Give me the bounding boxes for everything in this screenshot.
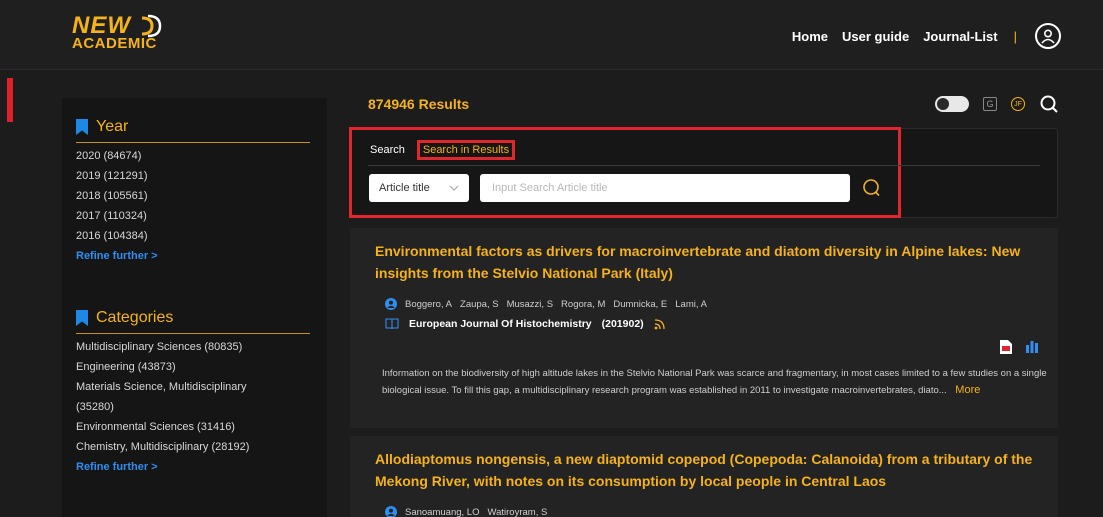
category-filter-item[interactable]: Environmental Sciences (31416)	[76, 417, 306, 437]
view-toggle-switch[interactable]	[935, 96, 969, 112]
category-filter-item[interactable]: Engineering (43873)	[76, 357, 306, 377]
result-title-link[interactable]: Allodiaptomus nongensis, a new diaptomid…	[375, 448, 1041, 492]
year-filter-item[interactable]: 2018 (105561)	[76, 186, 306, 206]
abstract-text: Information on the biodiversity of high …	[382, 368, 1047, 396]
categories-heading: Categories	[76, 307, 310, 329]
search-icon[interactable]	[1039, 94, 1059, 114]
category-filter-item[interactable]: Materials Science, Multidisciplinary	[76, 377, 306, 397]
logo-signal-icon	[141, 14, 162, 38]
nav-journal-list-link[interactable]: Journal-List	[923, 29, 997, 44]
search-submit-button[interactable]	[859, 175, 885, 201]
chevron-down-icon	[449, 185, 459, 191]
new-academic-logo[interactable]: NEW ACADEMIC	[72, 14, 182, 56]
filter-sidebar: Year 2020 (84674) 2019 (121291) 2018 (10…	[62, 98, 327, 517]
author-name[interactable]: Sanoamuang, LO	[405, 507, 479, 517]
nav-user-guide-link[interactable]: User guide	[842, 29, 909, 44]
user-avatar-icon[interactable]	[1035, 23, 1061, 49]
year-refine-link[interactable]: Refine further >	[76, 246, 310, 266]
author-name[interactable]: Dumnicka, E	[613, 299, 667, 310]
pdf-icon[interactable]	[1000, 340, 1012, 354]
categories-refine-link[interactable]: Refine further >	[76, 457, 310, 477]
main-nav: Home User guide Journal-List |	[792, 22, 1061, 50]
top-navigation-bar: NEW ACADEMIC Home User guide Journal-Lis…	[0, 0, 1103, 70]
result-abstract: Information on the biodiversity of high …	[382, 366, 1050, 399]
bookmark-icon	[76, 310, 88, 326]
citation-stats-icon[interactable]	[1026, 341, 1038, 353]
year-heading: Year	[76, 116, 310, 138]
author-name[interactable]: Musazzi, S	[507, 299, 553, 310]
category-filter-item[interactable]: (35280)	[76, 397, 306, 417]
categories-heading-label: Categories	[96, 309, 174, 326]
results-toolbar: G JF	[935, 94, 1059, 114]
tab-search[interactable]: Search	[368, 140, 407, 160]
categories-divider	[76, 333, 310, 334]
more-link[interactable]: More	[955, 384, 980, 396]
search-input[interactable]	[480, 174, 850, 202]
result-authors: Sanoamuang, LO Watiroyram, S	[385, 506, 547, 517]
search-tabs: Search Search in Results	[368, 140, 516, 160]
search-field-select-value: Article title	[379, 182, 430, 194]
author-icon	[385, 506, 397, 517]
author-icon	[385, 298, 397, 310]
journal-finder-icon[interactable]: JF	[1011, 97, 1025, 111]
category-filter-item[interactable]: Chemistry, Multidisciplinary (28192)	[76, 437, 306, 457]
rss-icon[interactable]	[654, 318, 666, 330]
year-filter-list: 2020 (84674) 2019 (121291) 2018 (105561)…	[76, 146, 310, 246]
year-filter-item[interactable]: 2020 (84674)	[76, 146, 306, 166]
result-card: Allodiaptomus nongensis, a new diaptomid…	[350, 436, 1058, 517]
year-filter-item[interactable]: 2016 (104384)	[76, 226, 306, 246]
categories-filter-section: Categories Multidisciplinary Sciences (8…	[76, 307, 310, 477]
side-accent-marker	[7, 78, 13, 122]
result-action-icons	[1000, 340, 1038, 354]
author-name[interactable]: Lami, A	[675, 299, 707, 310]
search-icon	[863, 179, 880, 197]
year-filter-section: Year 2020 (84674) 2019 (121291) 2018 (10…	[76, 116, 310, 266]
categories-filter-list: Multidisciplinary Sciences (80835) Engin…	[76, 337, 310, 457]
search-divider	[368, 165, 1040, 166]
tab-search-in-results[interactable]: Search in Results	[416, 140, 516, 160]
search-field-select[interactable]: Article title	[369, 174, 469, 202]
results-count: 874946 Results	[368, 96, 470, 112]
author-name[interactable]: Boggero, A	[405, 299, 452, 310]
result-authors: Boggero, A Zaupa, S Musazzi, S Rogora, M…	[385, 298, 707, 310]
result-card: Environmental factors as drivers for mac…	[350, 228, 1058, 428]
bookmark-icon	[76, 119, 88, 135]
author-name[interactable]: Watiroyram, S	[487, 507, 547, 517]
publication-date: (201902)	[601, 318, 644, 330]
nav-home-link[interactable]: Home	[792, 29, 828, 44]
result-title-link[interactable]: Environmental factors as drivers for mac…	[375, 240, 1041, 284]
year-filter-item[interactable]: 2017 (110324)	[76, 206, 306, 226]
book-icon	[385, 318, 399, 330]
author-name[interactable]: Zaupa, S	[460, 299, 499, 310]
google-scholar-icon[interactable]: G	[983, 97, 997, 111]
nav-separator: |	[1013, 28, 1017, 44]
year-heading-label: Year	[96, 118, 129, 135]
year-divider	[76, 142, 310, 143]
year-filter-item[interactable]: 2019 (121291)	[76, 166, 306, 186]
journal-name-link[interactable]: European Journal Of Histochemistry	[409, 318, 592, 330]
category-filter-item[interactable]: Multidisciplinary Sciences (80835)	[76, 337, 306, 357]
author-name[interactable]: Rogora, M	[561, 299, 605, 310]
result-journal: European Journal Of Histochemistry (2019…	[385, 318, 666, 330]
logo-line-2: ACADEMIC	[72, 35, 157, 52]
